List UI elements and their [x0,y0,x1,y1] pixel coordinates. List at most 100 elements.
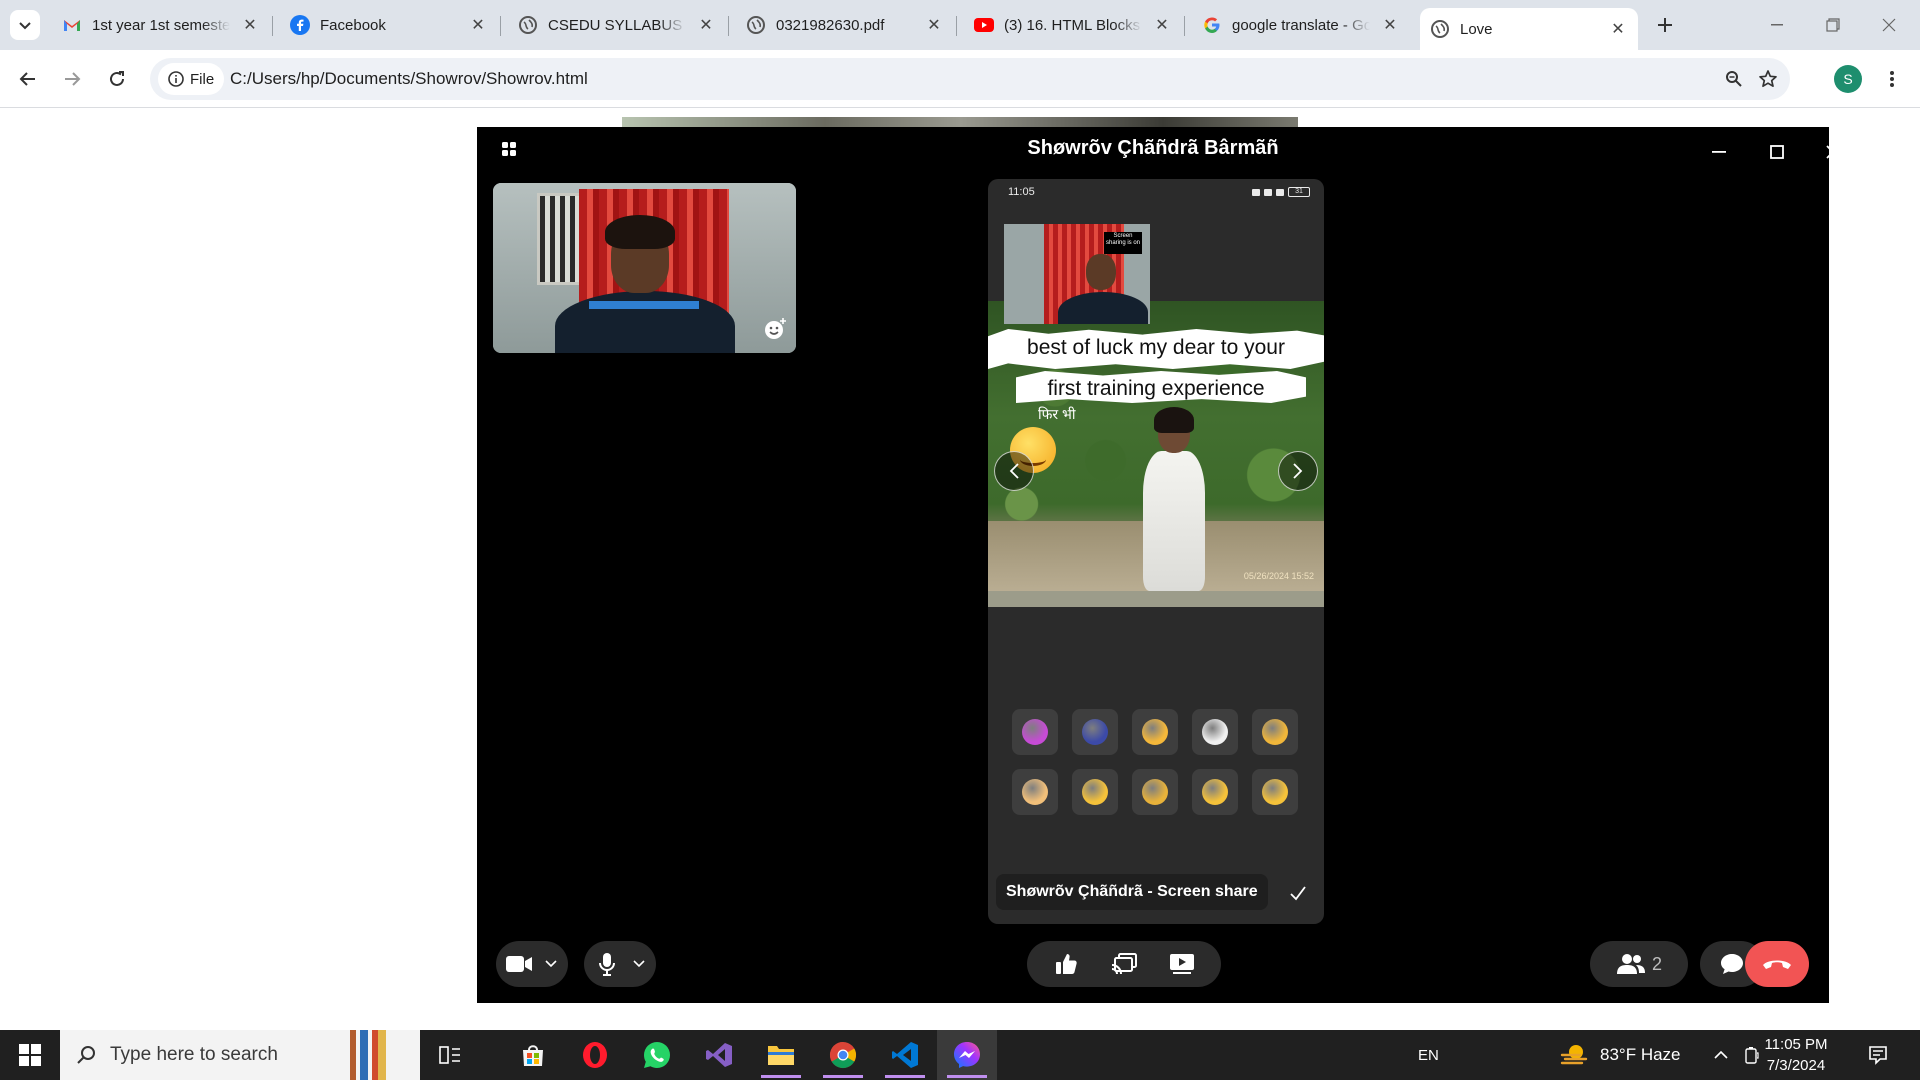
laughing-emoji-button[interactable] [1192,709,1238,755]
back-button[interactable] [12,63,44,95]
tab-google-translate[interactable]: google translate - Go ✕ [1192,8,1410,42]
devil-emoji-icon [1022,719,1048,745]
next-photo-button[interactable] [1278,451,1318,491]
chevron-down-icon [19,22,31,30]
chevron-down-icon [633,960,645,968]
window-restore-button[interactable] [1810,8,1856,42]
sharing-camera-thumbnail: Screen sharing is on [1004,224,1150,324]
window-minimize-button[interactable] [1754,8,1800,42]
party-emoji-button[interactable] [1252,769,1298,815]
bookmark-button[interactable] [1754,65,1782,93]
zoom-icon [1726,71,1742,87]
clock-time: 11:05 PM [1764,1036,1828,1053]
show-hidden-icons-button[interactable] [1714,1030,1728,1080]
weather-widget[interactable]: 83°F Haze [1560,1030,1681,1080]
close-tab-icon[interactable]: ✕ [1608,19,1628,39]
close-tab-icon[interactable]: ✕ [240,15,260,35]
task-view-icon [439,1046,460,1064]
taskbar-vscode[interactable] [875,1030,935,1080]
call-maximize-button[interactable] [1759,137,1795,167]
self-camera-view [493,183,796,353]
start-button[interactable] [0,1030,60,1080]
close-icon [1882,18,1896,32]
chat-bubble-icon [1721,954,1743,974]
thumbs-up-icon [1056,954,1077,974]
mind-blown-emoji-button[interactable] [1012,769,1058,815]
camera-options-button[interactable] [540,941,562,987]
site-info-chip[interactable]: File [158,63,225,95]
devil-emoji-button[interactable] [1012,709,1058,755]
signal-icon [1264,188,1272,196]
store-icon [523,1045,543,1066]
folder-icon [768,1046,794,1065]
video-call-window: Shøwrõv Çhãñdrã Bârmãñ 11:05 31 05/26/20… [477,127,1840,1003]
taskbar-visual-studio[interactable] [689,1030,749,1080]
notification-center-button[interactable] [1868,1030,1888,1080]
chrome-icon [829,1041,857,1069]
taskbar-search-box[interactable]: Type here to search [60,1030,420,1080]
kiss-emoji-button[interactable] [1132,709,1178,755]
profile-avatar[interactable]: S [1834,65,1862,93]
notification-icon [1869,1046,1887,1065]
watch-together-button[interactable] [1159,941,1205,987]
phone-hangup-icon [1763,960,1791,969]
tab-csedu-syllabus[interactable]: CSEDU SYLLABUS .pdf ✕ [508,8,726,42]
tab-search-button[interactable] [10,10,40,40]
windows-logo-icon [19,1044,41,1066]
end-call-button[interactable] [1745,941,1809,987]
zoom-button[interactable] [1720,65,1748,93]
close-tab-icon[interactable]: ✕ [468,15,488,35]
previous-photo-button[interactable] [994,451,1034,491]
close-tab-icon[interactable]: ✕ [1152,15,1172,35]
whatsapp-icon [644,1042,670,1068]
thinking-emoji-button[interactable] [1132,769,1178,815]
close-tab-icon[interactable]: ✕ [696,15,716,35]
input-language[interactable]: EN [1418,1030,1439,1080]
vscode-icon [892,1042,918,1068]
tab-gmail[interactable]: 1st year 1st semester ✕ [52,8,270,42]
taskbar-clock[interactable]: 11:05 PM 7/3/2024 [1756,1034,1836,1076]
search-icon [77,1046,95,1064]
taskbar-opera[interactable] [565,1030,625,1080]
microphone-toggle-button[interactable] [590,941,624,987]
hug-emoji-button[interactable] [1252,709,1298,755]
like-button[interactable] [1043,941,1089,987]
window-close-button[interactable] [1866,8,1912,42]
taskbar-file-explorer[interactable] [751,1030,811,1080]
video-camera-icon [506,956,532,972]
participants-button[interactable]: 2 [1590,941,1688,987]
nauseated-emoji-button[interactable] [1072,769,1118,815]
more-vertical-icon [1890,71,1894,87]
new-tab-button[interactable] [1650,10,1680,40]
mind-blown-emoji-icon [1022,779,1048,805]
tongue-emoji-button[interactable] [1192,769,1238,815]
close-tab-icon[interactable]: ✕ [1380,15,1400,35]
taskbar-microsoft-store[interactable] [503,1030,563,1080]
reaction-add-icon[interactable] [763,317,787,341]
info-icon [168,71,184,87]
call-minimize-button[interactable] [1701,137,1737,167]
tab-facebook[interactable]: Facebook ✕ [280,8,498,42]
taskbar-whatsapp[interactable] [627,1030,687,1080]
tab-youtube-html-blocks[interactable]: (3) 16. HTML Blocks ✕ [964,8,1182,42]
camera-toggle-button[interactable] [502,941,536,987]
task-view-button[interactable] [420,1030,480,1080]
phone-status-bar: 11:05 31 [988,179,1324,205]
close-tab-icon[interactable]: ✕ [924,15,944,35]
address-bar[interactable]: File C:/Users/hp/Documents/Showrov/Showr… [150,58,1790,100]
reload-button[interactable] [101,63,133,95]
laughing-emoji-icon [1202,719,1228,745]
tab-love[interactable]: Love ✕ [1420,8,1638,50]
microphone-options-button[interactable] [628,941,650,987]
tongue-emoji-icon [1202,779,1228,805]
forward-button[interactable] [56,63,88,95]
tab-pdf-0321982630[interactable]: 0321982630.pdf ✕ [736,8,954,42]
file-label: File [190,70,215,88]
browser-menu-button[interactable] [1876,63,1908,95]
url-text[interactable]: C:/Users/hp/Documents/Showrov/Showrov.ht… [230,69,588,89]
share-screen-button[interactable] [1101,941,1147,987]
call-close-button[interactable] [1815,137,1851,167]
taskbar-chrome[interactable] [813,1030,873,1080]
eyes-emoji-button[interactable] [1072,709,1118,755]
taskbar-messenger[interactable] [937,1030,997,1080]
